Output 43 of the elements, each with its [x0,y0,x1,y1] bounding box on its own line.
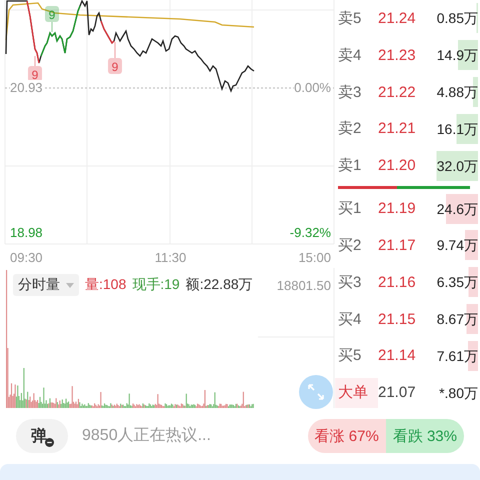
order-level-label: 卖2 [337,119,362,138]
time-label: 15:00 [298,250,331,264]
order-price: 21.15 [378,310,417,328]
low-price: 18.98 [10,225,43,240]
danmaku-button[interactable]: 弹 [16,419,68,453]
order-price: 21.16 [378,274,417,291]
order-level-label: 买3 [337,272,362,292]
order-level-label: 卖4 [337,46,362,65]
order-price: 21.19 [378,200,417,218]
low-change: -9.32% [290,225,331,240]
mode-dropdown[interactable]: 分时量 [13,274,79,296]
order-price: 21.24 [378,10,417,27]
order-price: 21.21 [378,120,417,138]
expand-icon [307,383,325,401]
caret-icon [66,282,74,288]
max-volume: 18801.50 [276,278,331,292]
order-price: 21.07 [378,384,417,402]
order-price: 21.23 [378,46,417,64]
order-level-label: 买5 [337,346,362,366]
reference-change: 0.00% [294,80,331,95]
big-order-label: 大单 [335,378,378,408]
order-level-label: 买4 [337,310,362,328]
order-price: 21.14 [378,347,417,364]
order-level-label: 卖3 [337,82,362,102]
order-level-label: 卖5 [337,8,362,28]
order-level-label: 买2 [337,236,362,255]
signal-badge: 9 [108,42,122,74]
time-label: 11:30 [154,250,186,264]
order-volume: *.80万 [438,384,478,403]
order-price: 21.22 [378,84,417,101]
order-level-label: 卖1 [337,156,362,176]
order-level-label: 买1 [337,199,362,218]
order-price: 21.17 [378,236,417,254]
volume-value: 量:108 [85,276,126,294]
minus-icon [45,438,54,447]
amount-value: 额:22.88万 [186,276,253,294]
time-label: 09:30 [10,250,43,264]
last-volume: 现手:19 [132,276,180,294]
expand-button[interactable] [299,375,333,409]
order-price: 21.20 [378,157,417,174]
bullish-button[interactable]: 看涨 67% [308,419,386,453]
comment-field[interactable]: 9850人正在热议... [80,426,296,446]
reference-price: 20.93 [10,80,43,95]
